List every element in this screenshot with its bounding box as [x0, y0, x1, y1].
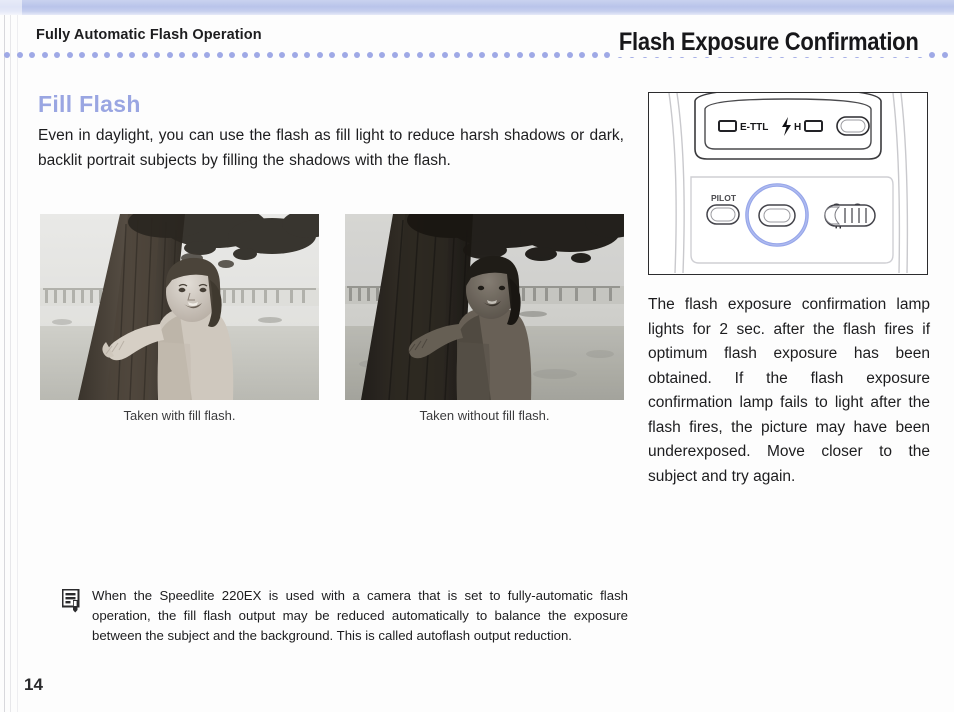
pilot-label: PILOT: [711, 193, 737, 203]
ettl-label: E-TTL: [740, 122, 768, 133]
rule-dot: [66, 52, 73, 58]
right-column: E-TTL H PILOT The flash exposure confirm…: [648, 92, 930, 505]
rule-dot: [379, 52, 385, 58]
running-header-left: Fully Automatic Flash Operation: [36, 27, 262, 43]
note-document-icon: [61, 588, 82, 613]
rule-dot: [391, 52, 398, 58]
rule-dot: [304, 52, 310, 58]
photo-with-fill-flash-graphic: [40, 214, 319, 400]
rule-dot: [941, 52, 948, 58]
pilot-lamp-button-inner: [710, 207, 736, 222]
rule-dot: [166, 52, 173, 58]
scan-edge-line-mid: [10, 15, 11, 712]
scan-edge-line-outer: [4, 15, 5, 712]
rule-dot: [516, 52, 523, 58]
rule-dot: [341, 52, 348, 58]
mode-select-button-inner: [840, 119, 866, 133]
high-speed-label: H: [794, 122, 801, 133]
rule-dot: [216, 52, 223, 58]
rule-dot: [554, 52, 560, 58]
photo-captions: Taken with fill flash. Taken without fil…: [40, 408, 624, 426]
rule-dot: [604, 52, 610, 58]
rule-dot: [366, 52, 373, 58]
rule-dot: [566, 52, 573, 58]
note-text: When the Speedlite 220EX is used with a …: [92, 588, 628, 643]
rule-dot: [116, 52, 123, 58]
page-number: 14: [24, 675, 43, 694]
flash-exposure-confirmation-body-text: The flash exposure confirmation lamp lig…: [648, 296, 930, 485]
rule-dot: [291, 52, 298, 58]
rule-dot: [4, 52, 10, 58]
section-title-fill-flash: Fill Flash: [38, 91, 141, 117]
rule-dot: [354, 52, 360, 58]
rule-dot: [479, 52, 485, 58]
scan-edge-line-inner: [17, 15, 18, 712]
rule-dot: [441, 52, 448, 58]
rule-dot: [129, 52, 135, 58]
rule-dot: [266, 52, 273, 58]
fill-flash-body-text: Even in daylight, you can use the flash …: [38, 127, 624, 170]
ettl-indicator-box: [718, 120, 737, 132]
highspeed-indicator-box: [804, 120, 823, 132]
rule-dot: [179, 52, 185, 58]
caption-without-fill-flash: Taken without fill flash.: [419, 408, 550, 423]
page-canvas: Fully Automatic Flash Operation Flash Ex…: [0, 0, 954, 712]
rule-dot: [91, 52, 98, 58]
rule-dot: [229, 52, 235, 58]
rule-dot: [429, 52, 435, 58]
scan-top-band: [0, 0, 954, 15]
rule-dot: [191, 52, 198, 58]
rule-dot: [454, 52, 460, 58]
rule-dot: [154, 52, 160, 58]
rule-dot: [329, 52, 335, 58]
rule-dot: [141, 52, 148, 58]
rule-dot: [29, 52, 35, 58]
rule-dot: [929, 52, 935, 58]
section-header-right: Flash Exposure Confirmation: [612, 28, 926, 57]
rule-dot: [579, 52, 585, 58]
rule-dot: [241, 52, 248, 58]
rule-dot: [16, 52, 23, 58]
rule-dot: [466, 52, 473, 58]
photo-with-fill-flash: [40, 214, 319, 400]
rule-dot: [41, 52, 48, 58]
photo-pair: [40, 214, 624, 402]
rule-dot: [204, 52, 210, 58]
rule-dot: [79, 52, 85, 58]
rule-dot: [54, 52, 60, 58]
rule-dot: [529, 52, 535, 58]
rule-dot: [404, 52, 410, 58]
rule-dot: [316, 52, 323, 58]
left-column: Fill Flash Even in daylight, you can use…: [38, 91, 624, 173]
rule-dot: [279, 52, 285, 58]
photo-without-fill-flash-graphic: [345, 214, 624, 400]
speedlite-back-panel-illustration: E-TTL H PILOT: [648, 92, 928, 275]
caption-with-fill-flash: Taken with fill flash.: [123, 408, 236, 423]
rule-dot: [504, 52, 510, 58]
rule-dot: [541, 52, 548, 58]
note-callout: When the Speedlite 220EX is used with a …: [61, 586, 628, 646]
flash-exposure-confirmation-lamp-inner: [763, 208, 791, 223]
rule-dot: [591, 52, 598, 58]
photo-without-fill-flash: [345, 214, 624, 400]
rule-dot: [416, 52, 423, 58]
scan-band-notch: [0, 0, 22, 15]
rule-dot: [491, 52, 498, 58]
rule-dot: [254, 52, 260, 58]
rule-dot: [104, 52, 110, 58]
